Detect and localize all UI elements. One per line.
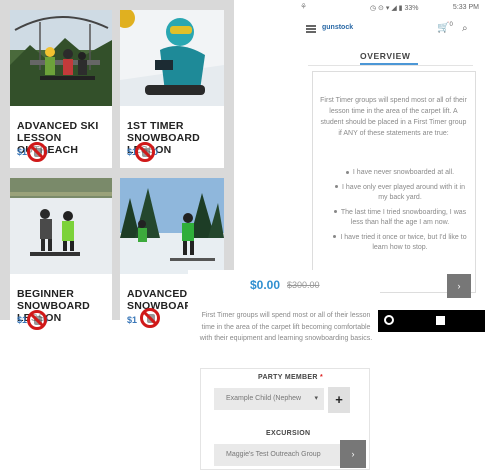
status-time: 5:33 PM xyxy=(452,4,479,11)
sale-price: $0.00 xyxy=(250,278,281,292)
chevron-down-icon: ▾ xyxy=(314,395,318,402)
product-price: $1 xyxy=(127,315,138,325)
status-icons: ◷ ⊙ ▾ ◢ ▮ 33% xyxy=(370,5,419,12)
bullet-icon xyxy=(335,185,339,189)
bullet-icon xyxy=(333,210,337,214)
product-photo xyxy=(10,10,112,106)
recent-apps-icon[interactable] xyxy=(436,316,445,325)
list-item: I have only ever played around with it i… xyxy=(330,183,470,204)
overview-bullets: I have never snowboarded at all. I have … xyxy=(330,168,470,258)
not-allowed-icon xyxy=(140,308,160,328)
party-member-label: PARTY MEMBER * xyxy=(258,374,324,381)
not-allowed-icon xyxy=(27,310,47,330)
party-member-select[interactable]: Example Child (Nephew ▾ xyxy=(214,388,324,410)
android-nav-bar xyxy=(378,310,485,332)
home-icon[interactable] xyxy=(384,315,394,325)
product-photo xyxy=(10,178,112,274)
product-card[interactable]: 1ST TIMERSNOWBOARD LESSON $10 xyxy=(120,10,224,168)
excursion-select[interactable]: Maggie's Test Outreach Group xyxy=(214,444,340,466)
overview-intro: First Timer groups will spend most or al… xyxy=(320,97,467,137)
product-photo xyxy=(120,178,224,274)
excursion-label: EXCURSION xyxy=(266,430,311,437)
product-card[interactable]: ADVANCED SKILESSON OUTREACH $10 xyxy=(10,10,112,168)
product-photo xyxy=(120,10,224,106)
brand-logo[interactable]: gunstock xyxy=(322,24,353,31)
bullet-icon xyxy=(333,235,337,239)
list-item: The last time I tried snowboarding, I wa… xyxy=(330,208,470,229)
list-item: I have tried it once or twice, but I'd l… xyxy=(330,233,470,254)
original-price: $300.00 xyxy=(287,280,320,290)
hamburger-menu-icon[interactable] xyxy=(306,25,316,33)
product-description: First Timer groups will spend most or al… xyxy=(199,312,373,342)
product-card[interactable]: BEGINNERSNOWBOARD LESSON $10 xyxy=(10,178,112,330)
list-item: I have never snowboarded at all. xyxy=(330,168,470,179)
tab-divider xyxy=(308,65,473,66)
add-party-member-button[interactable]: + xyxy=(328,387,350,413)
cart-icon[interactable]: 🛒0 xyxy=(437,22,453,33)
not-allowed-icon xyxy=(135,142,155,162)
excursion-dropdown-button[interactable]: › xyxy=(340,440,366,468)
not-allowed-icon xyxy=(27,142,47,162)
cart-count: 0 xyxy=(449,22,453,28)
bullet-icon xyxy=(345,170,349,174)
tab-active-indicator xyxy=(360,63,418,65)
search-icon[interactable]: ⌕ xyxy=(462,23,468,34)
scroll-button[interactable]: › xyxy=(447,274,471,298)
status-bar: ◷ ⊙ ▾ ◢ ▮ 33% 5:33 PM xyxy=(300,0,485,16)
tab-overview[interactable]: OVERVIEW xyxy=(360,51,410,61)
notification-icon: ⚘ xyxy=(300,2,308,11)
